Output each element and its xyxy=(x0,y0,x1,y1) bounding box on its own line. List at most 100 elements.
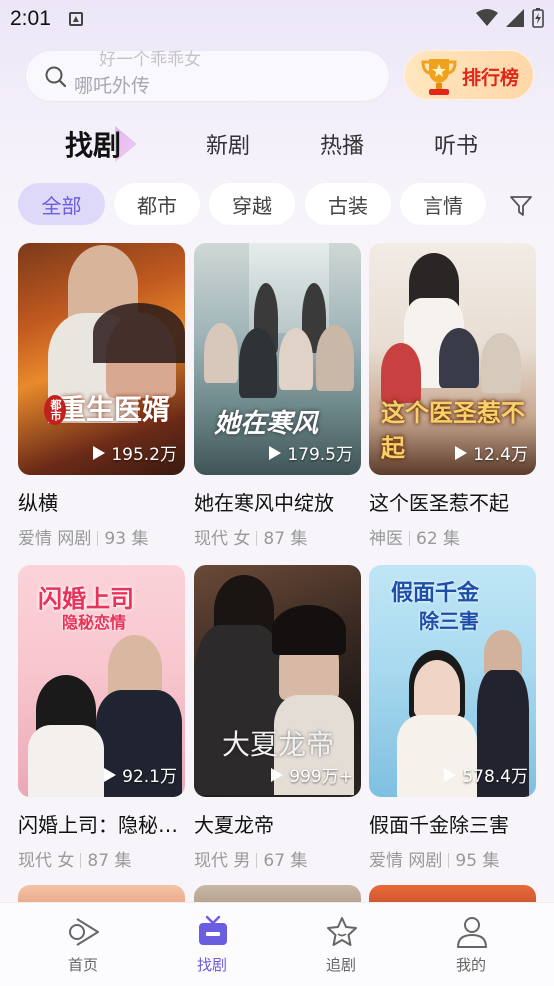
tv-icon xyxy=(199,915,227,945)
nav-find-drama-label: 找剧 xyxy=(196,956,227,974)
chip-romance[interactable]: 言情 xyxy=(400,183,486,225)
view-count-text: 195.2万 xyxy=(111,445,177,465)
drama-meta: 爱情 网剧 95 集 xyxy=(369,846,536,871)
battery-icon xyxy=(532,8,544,28)
drama-meta: 现代 男 67 集 xyxy=(194,846,361,871)
tab-audiobook[interactable]: 听书 xyxy=(434,128,478,160)
nav-profile[interactable]: 我的 xyxy=(411,903,531,986)
chip-all[interactable]: 全部 xyxy=(18,183,105,225)
drama-tags: 神医 xyxy=(369,529,403,549)
view-count-text: 179.5万 xyxy=(287,445,353,465)
view-count: 92.1万 xyxy=(104,762,177,787)
drama-card[interactable]: 重生医婿 都市 195.2万 纵横 爱情 网剧 93 集 xyxy=(18,243,185,549)
drama-title: 假面千金除三害 xyxy=(369,813,509,837)
drama-card[interactable]: 闪婚上司 隐秘恋情 92.1万 闪婚上司：隐秘恋情 现代 女 87 集 xyxy=(18,565,185,871)
tab-find-drama[interactable]: 找剧 xyxy=(65,124,121,164)
tab-new-drama[interactable]: 新剧 xyxy=(206,128,250,160)
view-count-text: 999万+ xyxy=(289,767,353,787)
home-play-icon xyxy=(69,918,99,946)
drama-card[interactable]: 她在寒风 179.5万 她在寒风中绽放 现代 女 87 集 xyxy=(194,243,361,549)
search-bar[interactable]: 好一个乖乖女 哪吒外传 xyxy=(25,50,390,102)
divider xyxy=(97,531,99,546)
drama-episodes: 87 集 xyxy=(87,851,132,871)
drama-episodes: 95 集 xyxy=(455,851,500,871)
trophy-icon xyxy=(421,59,457,95)
drama-card[interactable]: 这个医圣惹不起 12.4万 这个医圣惹不起 神医 62 集 xyxy=(369,243,536,549)
drama-title: 她在寒风中绽放 xyxy=(194,491,334,515)
drama-tags: 爱情 网剧 xyxy=(369,851,443,871)
chip-costume[interactable]: 古装 xyxy=(305,183,391,225)
filter-icon[interactable] xyxy=(509,194,533,218)
genre-chips: 全部 都市 穿越 古装 言情 xyxy=(0,183,554,225)
drama-poster: 这个医圣惹不起 12.4万 xyxy=(369,243,536,475)
drama-tags: 现代 女 xyxy=(18,851,75,871)
drama-title: 闪婚上司：隐秘恋情 xyxy=(18,813,185,837)
search-placeholder: 哪吒外传 xyxy=(74,75,151,97)
chip-time-travel[interactable]: 穿越 xyxy=(209,183,295,225)
nav-find-drama[interactable]: 找剧 xyxy=(152,903,272,986)
tab-hot[interactable]: 热播 xyxy=(320,128,364,160)
poster-title: 假面千金 xyxy=(391,580,480,606)
poster-subtitle: 隐秘恋情 xyxy=(62,613,127,632)
drama-card[interactable]: 假面千金 除三害 578.4万 假面千金除三害 爱情 网剧 95 集 xyxy=(369,565,536,871)
divider xyxy=(256,853,258,868)
nav-home-label: 首页 xyxy=(67,956,98,974)
drama-card[interactable]: 大夏龙帝 999万+ 大夏龙帝 现代 男 67 集 xyxy=(194,565,361,871)
drama-poster: 她在寒风 179.5万 xyxy=(194,243,361,475)
status-bar: 2:01 xyxy=(0,0,554,38)
divider xyxy=(80,853,82,868)
poster-title: 重生医婿 xyxy=(58,393,171,426)
view-count-text: 92.1万 xyxy=(122,767,177,787)
drama-episodes: 93 集 xyxy=(104,529,149,549)
drama-meta: 爱情 网剧 93 集 xyxy=(18,524,185,549)
drama-poster: 重生医婿 都市 195.2万 xyxy=(18,243,185,475)
play-icon xyxy=(269,445,282,460)
play-icon xyxy=(104,767,117,782)
view-count: 12.4万 xyxy=(455,440,528,465)
nav-profile-label: 我的 xyxy=(455,956,486,974)
poster-subtitle: 除三害 xyxy=(419,609,479,633)
poster-badge: 都市 xyxy=(44,395,66,425)
drama-meta: 现代 女 87 集 xyxy=(194,524,361,549)
view-count-text: 12.4万 xyxy=(473,445,528,465)
category-tabs: 找剧 新剧 热播 听书 xyxy=(0,120,554,170)
nav-home[interactable]: 首页 xyxy=(23,903,143,986)
user-icon xyxy=(457,917,487,948)
divider xyxy=(448,853,450,868)
play-icon xyxy=(444,767,457,782)
drama-poster: 假面千金 除三害 578.4万 xyxy=(369,565,536,797)
play-icon xyxy=(455,445,468,460)
signal-icon xyxy=(506,9,524,27)
nav-following[interactable]: 追剧 xyxy=(281,903,401,986)
notification-icon xyxy=(68,12,83,26)
drama-title: 大夏龙帝 xyxy=(194,813,274,837)
poster-title: 大夏龙帝 xyxy=(222,728,335,761)
divider xyxy=(409,531,410,546)
nav-following-label: 追剧 xyxy=(325,956,356,974)
drama-episodes: 67 集 xyxy=(263,851,308,871)
search-icon xyxy=(45,66,67,88)
view-count: 179.5万 xyxy=(269,440,353,465)
status-icons xyxy=(476,8,544,28)
view-count: 999万+ xyxy=(271,762,353,787)
ranking-button[interactable]: 排行榜 xyxy=(404,50,534,100)
view-count: 195.2万 xyxy=(93,440,177,465)
drama-title: 纵横 xyxy=(18,491,58,515)
ranking-label: 排行榜 xyxy=(462,67,520,89)
drama-meta: 现代 女 87 集 xyxy=(18,846,185,871)
drama-poster: 大夏龙帝 999万+ xyxy=(194,565,361,797)
drama-tags: 现代 男 xyxy=(194,851,251,871)
search-placeholder-prev: 好一个乖乖女 xyxy=(99,50,201,70)
view-count: 578.4万 xyxy=(444,762,528,787)
chip-urban[interactable]: 都市 xyxy=(114,183,200,225)
drama-tags: 爱情 网剧 xyxy=(18,529,92,549)
drama-title: 这个医圣惹不起 xyxy=(369,491,509,515)
drama-tags: 现代 女 xyxy=(194,529,251,549)
wifi-icon xyxy=(476,9,498,26)
drama-episodes: 62 集 xyxy=(416,529,461,549)
drama-poster: 闪婚上司 隐秘恋情 92.1万 xyxy=(18,565,185,797)
status-time: 2:01 xyxy=(10,7,51,30)
poster-title: 她在寒风 xyxy=(214,409,319,439)
drama-meta: 神医 62 集 xyxy=(369,524,536,549)
star-icon xyxy=(327,917,357,946)
